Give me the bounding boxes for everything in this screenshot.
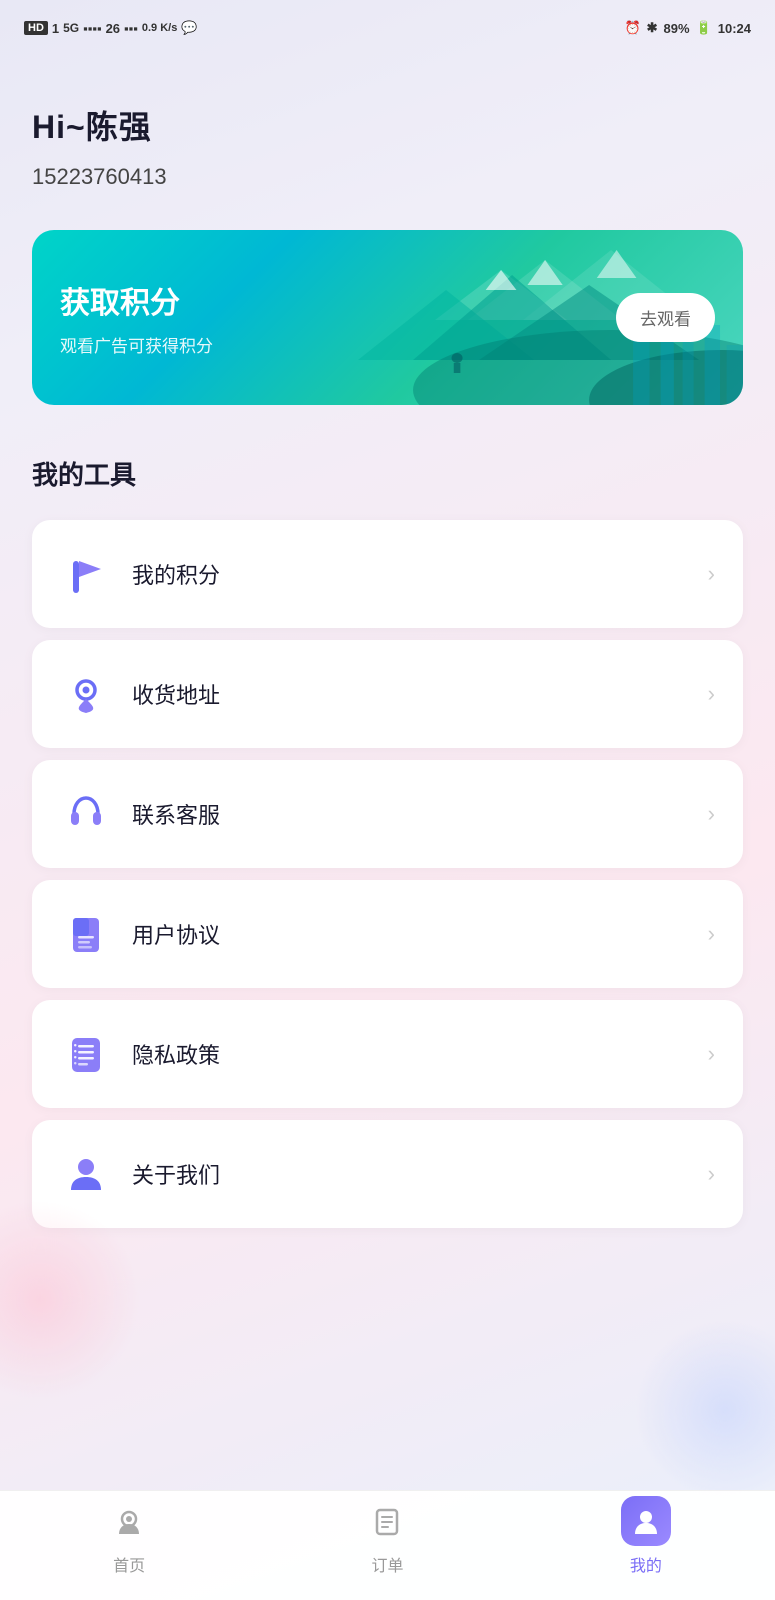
privacy-label: 隐私政策 <box>132 1038 708 1070</box>
home-nav-icon-wrap <box>104 1496 154 1546</box>
headphone-icon <box>65 793 107 835</box>
location-icon <box>65 673 107 715</box>
signal-bars-2: ▪▪▪ <box>124 21 138 36</box>
list-icon <box>65 1033 107 1075</box>
tools-section-title: 我的工具 <box>32 455 743 492</box>
nav-item-mine[interactable]: 我的 <box>517 1496 775 1576</box>
document-icon <box>65 913 107 955</box>
wechat-icon: 💬 <box>181 20 197 36</box>
order-nav-icon-wrap <box>362 1496 412 1546</box>
address-arrow: › <box>708 681 715 707</box>
mine-nav-icon-wrap <box>621 1496 671 1546</box>
network-26: 26 <box>106 21 120 36</box>
tool-item-about[interactable]: 关于我们 › <box>32 1120 743 1228</box>
bluetooth-icon: ✱ <box>647 20 658 36</box>
mine-nav-label: 我的 <box>630 1552 662 1576</box>
sim-indicator: 1 <box>52 21 59 36</box>
points-label: 我的积分 <box>132 558 708 590</box>
points-arrow: › <box>708 561 715 587</box>
order-nav-label: 订单 <box>371 1552 403 1576</box>
agreement-icon-wrap <box>60 908 112 960</box>
agreement-label: 用户协议 <box>132 918 708 950</box>
points-icon-wrap <box>60 548 112 600</box>
user-greeting: Hi~陈强 <box>32 102 743 148</box>
tool-item-privacy[interactable]: 隐私政策 › <box>32 1000 743 1108</box>
signal-bars: ▪▪▪▪ <box>83 21 101 36</box>
agreement-arrow: › <box>708 921 715 947</box>
tool-item-service[interactable]: 联系客服 › <box>32 760 743 868</box>
tool-item-address[interactable]: 收货地址 › <box>32 640 743 748</box>
status-right: ⏰ ✱ 89% 🔋 10:24 <box>624 20 751 36</box>
nav-item-home[interactable]: 首页 <box>0 1496 258 1576</box>
banner-watch-button[interactable]: 去观看 <box>616 293 715 342</box>
service-label: 联系客服 <box>132 798 708 830</box>
home-nav-icon <box>114 1506 144 1536</box>
speed-indicator: 0.9 K/s <box>142 22 177 34</box>
status-left: HD 1 5G ▪▪▪▪ 26 ▪▪▪ 0.9 K/s 💬 <box>24 20 198 36</box>
flag-icon <box>65 553 107 595</box>
tool-list: 我的积分 › 收货地址 › <box>32 520 743 1228</box>
alarm-icon: ⏰ <box>624 20 640 36</box>
privacy-arrow: › <box>708 1041 715 1067</box>
about-arrow: › <box>708 1161 715 1187</box>
banner-text: 获取积分 观看广告可获得积分 <box>60 278 616 357</box>
hd-indicator: HD <box>24 21 48 35</box>
privacy-icon-wrap <box>60 1028 112 1080</box>
user-phone: 15223760413 <box>32 164 743 190</box>
bottom-navigation: 首页 订单 我的 <box>0 1490 775 1600</box>
address-label: 收货地址 <box>132 678 708 710</box>
tool-item-points[interactable]: 我的积分 › <box>32 520 743 628</box>
home-nav-label: 首页 <box>113 1552 145 1576</box>
battery-percent: 89% <box>664 21 690 36</box>
ad-banner[interactable]: 获取积分 观看广告可获得积分 去观看 <box>32 230 743 405</box>
about-label: 关于我们 <box>132 1158 708 1190</box>
mine-nav-icon <box>631 1506 661 1536</box>
about-icon-wrap <box>60 1148 112 1200</box>
status-bar: HD 1 5G ▪▪▪▪ 26 ▪▪▪ 0.9 K/s 💬 ⏰ ✱ 89% 🔋 … <box>0 0 775 52</box>
service-icon-wrap <box>60 788 112 840</box>
battery-icon: 🔋 <box>696 20 712 36</box>
network-5g: 5G <box>63 21 79 35</box>
banner-subtitle: 观看广告可获得积分 <box>60 332 616 357</box>
tool-item-agreement[interactable]: 用户协议 › <box>32 880 743 988</box>
service-arrow: › <box>708 801 715 827</box>
order-nav-icon <box>372 1506 402 1536</box>
nav-item-order[interactable]: 订单 <box>258 1496 516 1576</box>
address-icon-wrap <box>60 668 112 720</box>
banner-title: 获取积分 <box>60 278 616 322</box>
person-icon <box>65 1153 107 1195</box>
time-display: 10:24 <box>718 21 751 36</box>
